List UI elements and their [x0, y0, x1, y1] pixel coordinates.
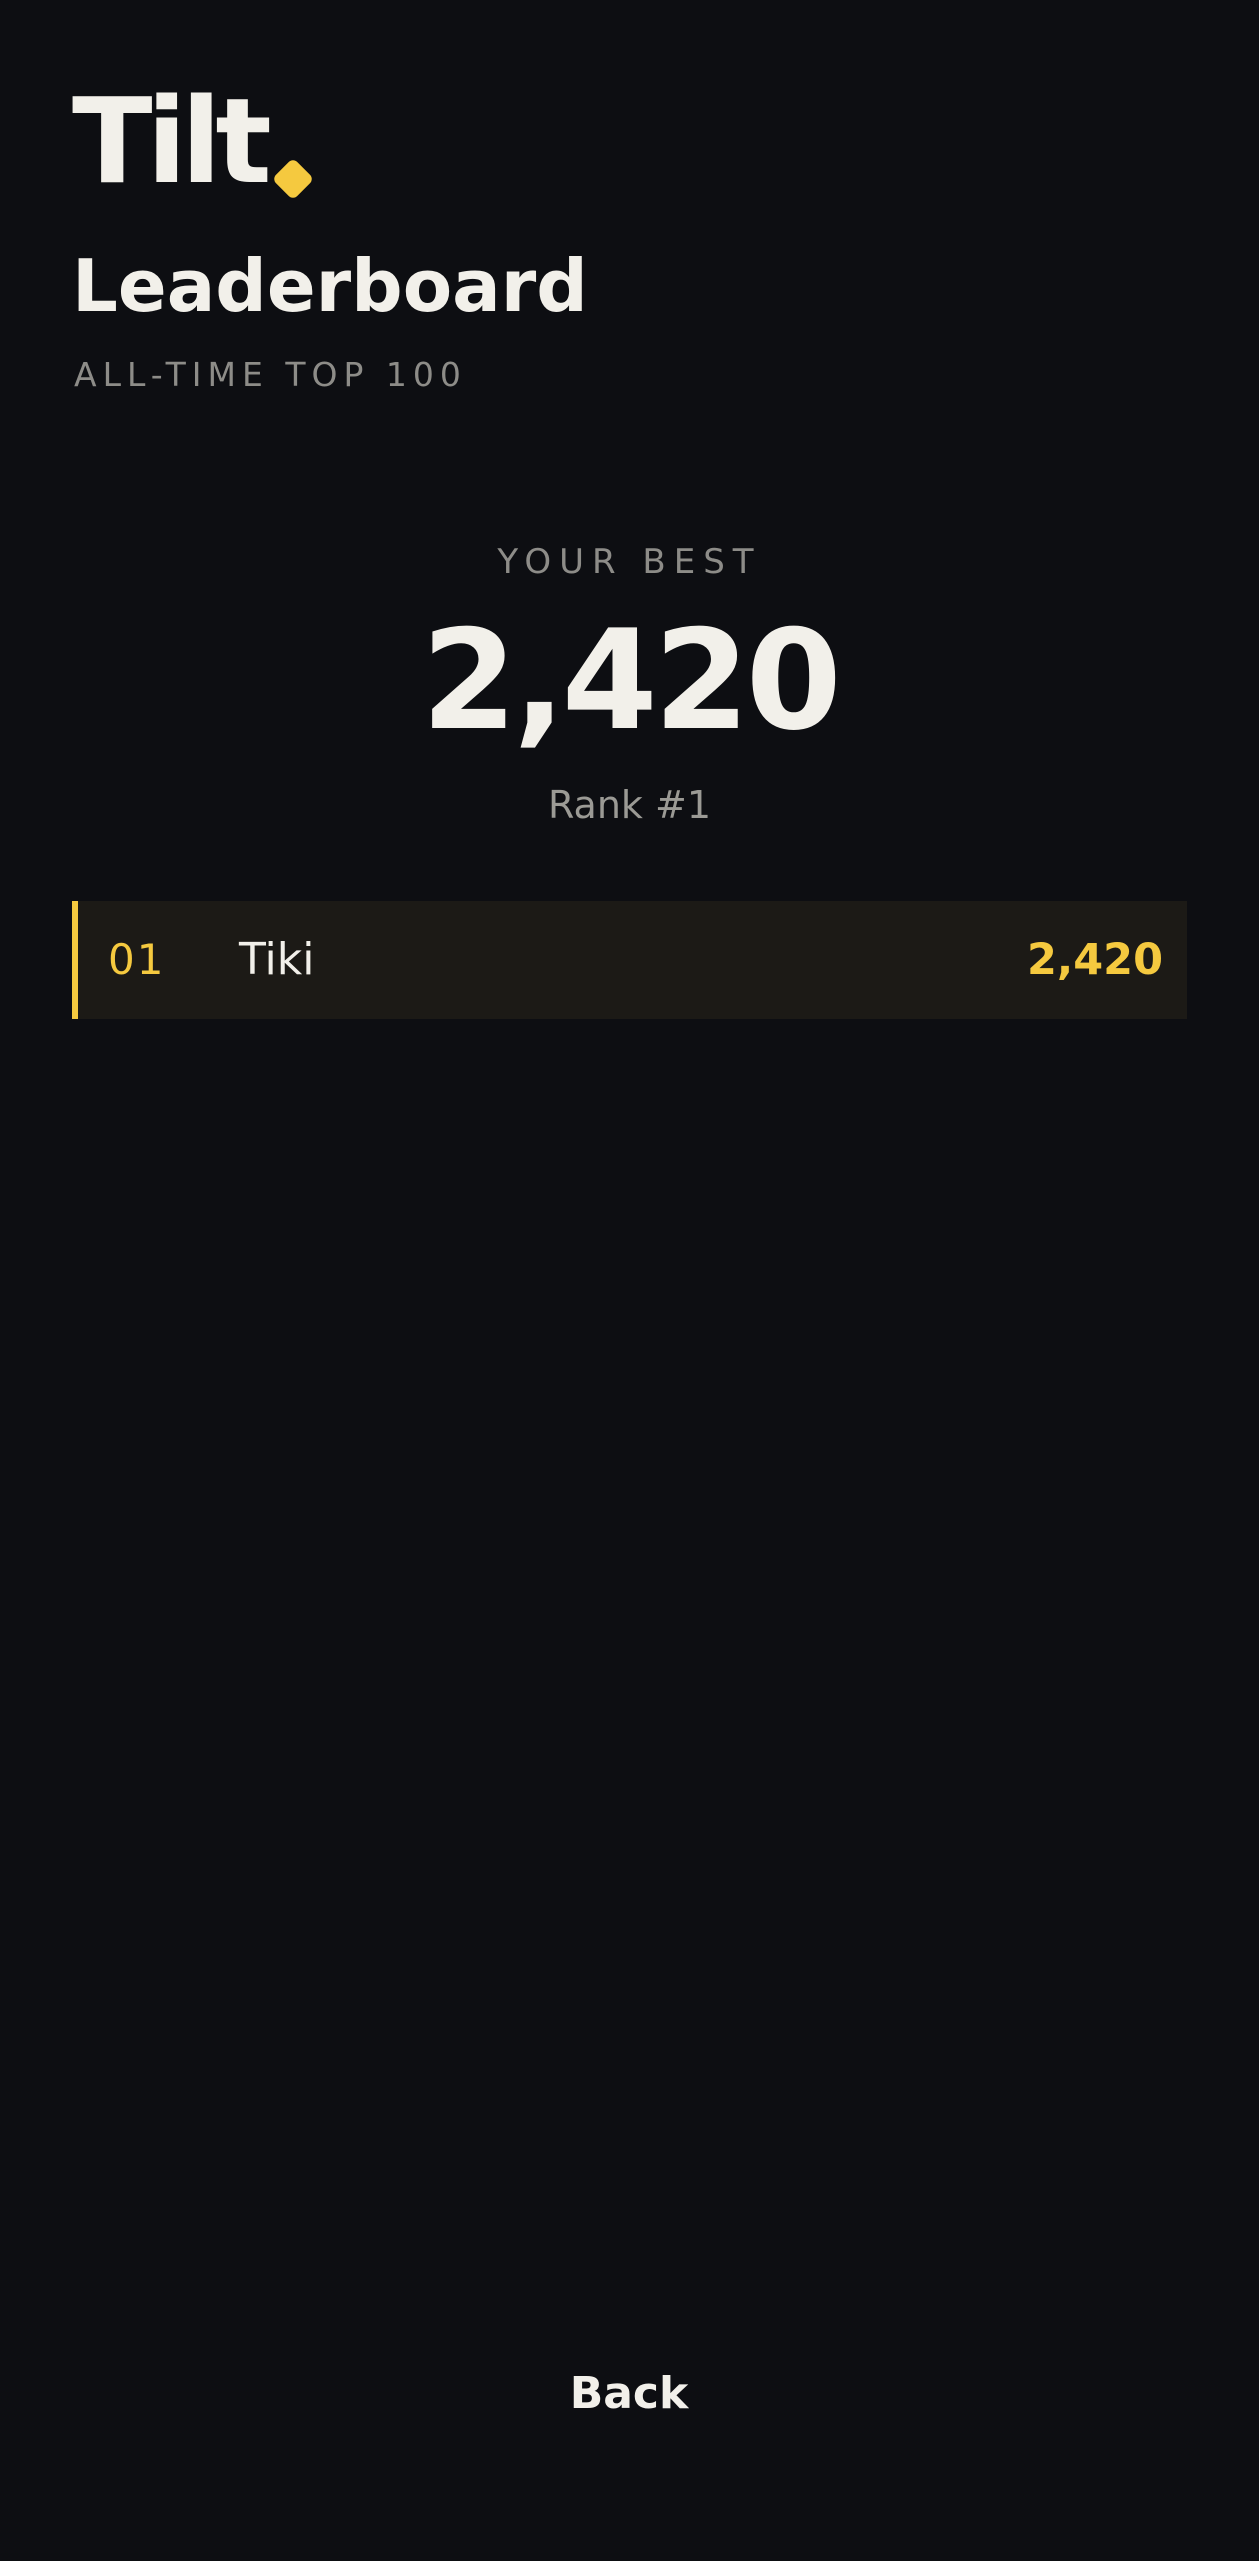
row-player-name: Tiki: [239, 934, 315, 985]
best-score-label: YOUR BEST: [497, 542, 762, 582]
best-rank: Rank #1: [547, 783, 712, 827]
best-score-value: 2,420: [421, 600, 842, 761]
back-button[interactable]: Back: [479, 2348, 779, 2438]
page-title: Leaderboard: [72, 244, 588, 328]
leaderboard-row: 01 Tiki 2,420: [72, 901, 1187, 1019]
app-logo: Tilt: [72, 72, 315, 210]
row-rank: 01: [108, 935, 166, 984]
page-subtitle: ALL-TIME TOP 100: [74, 355, 467, 394]
logo-diamond-icon: [271, 157, 315, 201]
row-score: 2,420: [1026, 934, 1163, 985]
logo-wordmark: Tilt: [72, 72, 272, 210]
leaderboard-list: 01 Tiki 2,420: [72, 901, 1187, 1019]
